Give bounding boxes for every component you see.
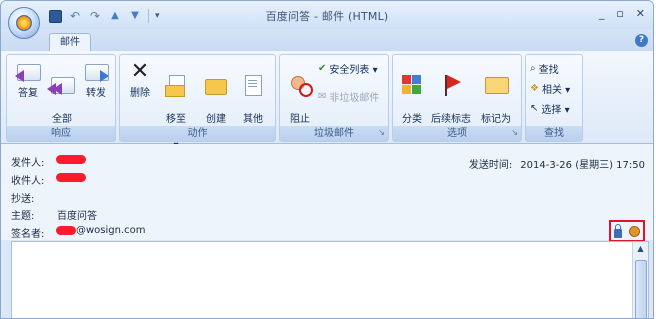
tab-message[interactable]: 邮件	[49, 33, 91, 52]
safe-list-button[interactable]: ✔ 安全列表 ▾	[318, 61, 378, 76]
cc-label: 抄送:	[11, 194, 35, 205]
reply-icon	[15, 60, 41, 84]
move-to-folder-icon	[163, 73, 189, 97]
delete-label: 删除	[130, 88, 150, 99]
options-dialog-launcher-icon[interactable]: ↘	[511, 128, 518, 137]
from-label: 发件人:	[11, 158, 45, 169]
group-options: 分类 ▾ 后续标志 ▾ 标记为 "未读" 选项 ↘	[392, 54, 522, 142]
find-label: 查找	[538, 65, 559, 76]
group-title-actions: 动作	[120, 126, 275, 141]
safe-list-label: 安全列表 ▾	[329, 65, 378, 76]
subject-label: 主题:	[11, 211, 35, 222]
create-rule-icon	[203, 73, 229, 97]
binoculars-icon: ⌕	[530, 63, 536, 74]
select-label: 选择 ▾	[541, 105, 570, 116]
sent-value: 2014-3-26 (星期三) 17:50	[520, 160, 645, 171]
window-title: 百度问答 - 邮件 (HTML)	[265, 10, 389, 23]
find-button[interactable]: ⌕ 查找	[530, 61, 559, 76]
outlook-message-window: ↶ ↷ ▲ ▼ ▾ 百度问答 - 邮件 (HTML) _ ▫ ✕ 邮件 ? 答复	[0, 0, 654, 319]
office-logo-icon	[16, 15, 32, 31]
not-junk-icon: ✉	[318, 91, 327, 102]
forward-label: 转发	[86, 88, 106, 99]
signer-redaction	[56, 226, 76, 235]
delete-button[interactable]: ✕ 删除	[126, 60, 154, 100]
group-actions: ✕ 删除 移至 文件夹 ▾ 创建 规则 其他 动作 ▾ 动作	[119, 54, 276, 151]
related-label: 相关 ▾	[541, 85, 571, 96]
signature-icons-highlight	[609, 220, 645, 242]
minimize-button[interactable]: _	[599, 7, 605, 20]
forward-icon	[83, 60, 109, 84]
block-sender-icon	[287, 73, 313, 97]
maximize-button[interactable]: ▫	[616, 7, 623, 20]
delete-icon: ✕	[130, 59, 150, 84]
to-redaction	[56, 173, 86, 182]
to-label: 收件人:	[11, 176, 45, 187]
lock-icon[interactable]	[614, 223, 623, 238]
group-title-find: 查找	[526, 126, 582, 141]
group-title-junk: 垃圾邮件	[280, 126, 388, 141]
message-body[interactable]: ▲	[11, 241, 649, 318]
sent-time: 发送时间: 2014-3-26 (星期三) 17:50	[469, 156, 645, 171]
help-icon[interactable]: ?	[635, 34, 648, 47]
ribbon-tab-row: 邮件 ?	[1, 29, 653, 52]
from-redaction	[56, 155, 86, 164]
group-find: ⌕ 查找 ❖ 相关 ▾ ↖ 选择 ▾ 查找	[525, 54, 583, 142]
other-actions-icon	[240, 73, 266, 97]
flag-icon	[438, 73, 464, 97]
categorize-icon	[399, 73, 425, 97]
related-icon: ❖	[530, 83, 539, 94]
junk-dialog-launcher-icon[interactable]: ↘	[378, 128, 385, 137]
group-title-respond: 响应	[7, 126, 115, 141]
office-button[interactable]	[8, 7, 40, 39]
title-bar: ↶ ↷ ▲ ▼ ▾ 百度问答 - 邮件 (HTML) _ ▫ ✕	[1, 1, 653, 29]
forward-button[interactable]: 转发	[81, 60, 111, 100]
safe-list-icon: ✔	[318, 63, 327, 74]
reply-all-icon	[47, 73, 75, 97]
not-junk-button[interactable]: ✉ 非垃圾邮件	[318, 89, 379, 104]
cursor-icon: ↖	[530, 103, 539, 114]
reply-label: 答复	[18, 88, 38, 99]
scroll-up-icon[interactable]: ▲	[633, 242, 648, 255]
certificate-ribbon-icon[interactable]	[628, 225, 640, 237]
group-junk: 阻止 发件人 ✔ 安全列表 ▾ ✉ 非垃圾邮件 垃圾邮件 ↘	[279, 54, 389, 142]
ribbon: 答复 全部 答复 转发 响应 ✕ 删除 移至 文件夹 ▾	[1, 51, 653, 151]
mark-unread-icon	[483, 73, 509, 97]
reply-button[interactable]: 答复	[13, 60, 43, 100]
related-button[interactable]: ❖ 相关 ▾	[530, 81, 570, 96]
close-button[interactable]: ✕	[636, 7, 645, 20]
select-button[interactable]: ↖ 选择 ▾	[530, 101, 570, 116]
signer-label: 签名者:	[11, 229, 45, 240]
group-respond: 答复 全部 答复 转发 响应	[6, 54, 116, 142]
not-junk-label: 非垃圾邮件	[329, 93, 380, 104]
subject-value: 百度问答	[57, 211, 97, 222]
window-controls: _ ▫ ✕	[599, 7, 645, 20]
vertical-scrollbar[interactable]: ▲	[632, 242, 648, 318]
scroll-thumb[interactable]	[635, 260, 647, 318]
sent-label: 发送时间:	[468, 160, 513, 171]
signer-value: @wosign.com	[76, 225, 146, 236]
group-title-options: 选项	[393, 126, 521, 141]
